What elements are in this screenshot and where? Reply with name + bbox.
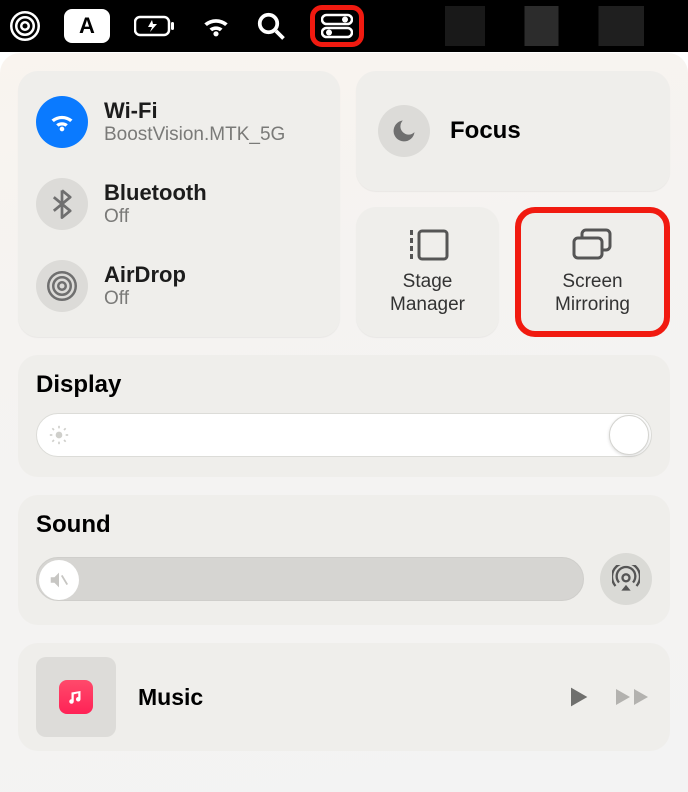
brightness-slider[interactable] [36,413,652,457]
menubar-obscured-area [394,6,678,46]
stage-manager-tile[interactable]: Stage Manager [356,207,499,337]
connectivity-card[interactable]: Wi-Fi BoostVision.MTK_5G Bluetooth Off [18,71,340,337]
battery-menu-icon[interactable] [134,14,176,38]
display-label: Display [36,371,652,399]
focus-label: Focus [450,117,521,145]
wifi-menu-icon[interactable] [200,13,232,39]
airdrop-title: AirDrop [104,262,186,288]
airplay-menu-icon[interactable] [10,11,40,41]
wifi-network-name: BoostVision.MTK_5G [104,124,285,146]
wifi-icon [36,96,88,148]
brightness-icon [49,425,69,445]
moon-icon [378,105,430,157]
input-source-indicator[interactable]: A [64,9,110,43]
play-button[interactable] [564,683,592,711]
wifi-toggle[interactable]: Wi-Fi BoostVision.MTK_5G [36,96,322,148]
airplay-audio-button[interactable] [600,553,652,605]
screen-mirroring-tile[interactable]: Screen Mirroring [515,207,670,337]
volume-slider[interactable] [36,557,584,601]
brightness-thumb[interactable] [609,415,649,455]
sound-section[interactable]: Sound [18,495,670,625]
airdrop-toggle[interactable]: AirDrop Off [36,260,322,312]
airdrop-status: Off [104,288,186,310]
wifi-title: Wi-Fi [104,98,285,124]
next-track-button[interactable] [614,683,652,711]
bluetooth-toggle[interactable]: Bluetooth Off [36,178,322,230]
airdrop-icon [36,260,88,312]
menubar: A [0,0,688,52]
volume-mute-icon [39,560,79,600]
bluetooth-title: Bluetooth [104,180,207,206]
spotlight-menu-icon[interactable] [256,11,286,41]
now-playing-card[interactable]: Music [18,643,670,751]
music-app-icon [59,680,93,714]
stage-manager-icon [405,227,451,263]
bluetooth-icon [36,178,88,230]
screen-mirroring-label: Screen Mirroring [555,271,630,317]
control-center-menu-icon[interactable] [310,5,364,47]
screen-mirroring-icon [570,227,616,263]
stage-manager-label: Stage Manager [390,271,465,317]
focus-card[interactable]: Focus [356,71,670,191]
music-artwork [36,657,116,737]
control-center-panel: Wi-Fi BoostVision.MTK_5G Bluetooth Off [0,53,688,792]
display-section[interactable]: Display [18,355,670,477]
sound-label: Sound [36,511,652,539]
music-title: Music [138,684,542,711]
bluetooth-status: Off [104,206,207,228]
